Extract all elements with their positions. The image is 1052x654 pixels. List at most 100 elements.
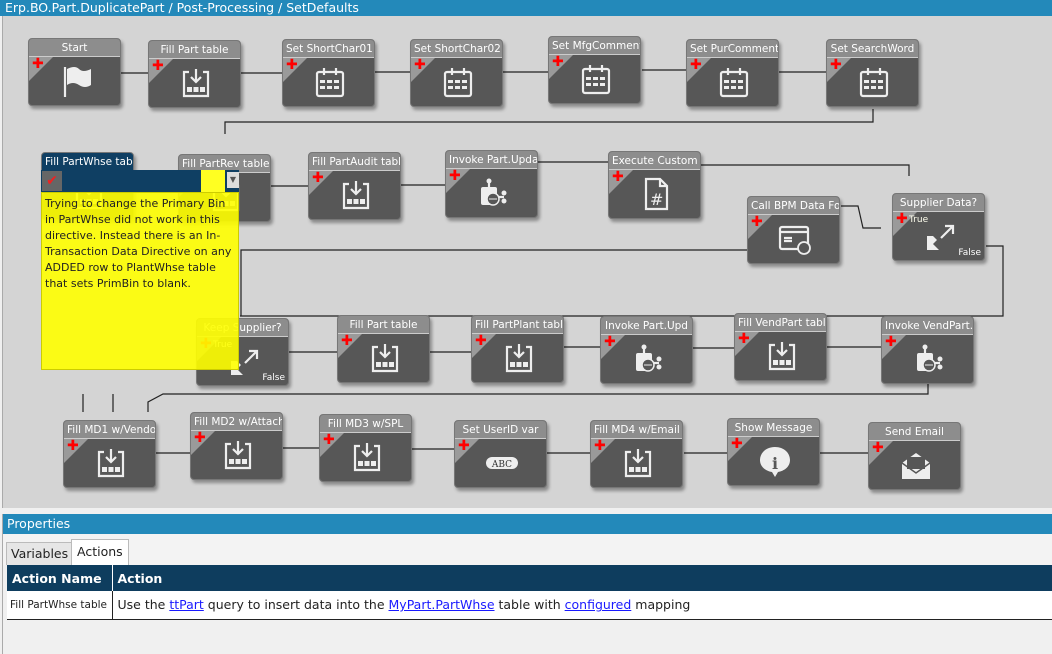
add-icon[interactable]: ✚ [286,58,298,72]
node-title: Fill PartAudit table [309,153,400,171]
abc-icon: ABC [485,445,519,481]
node-title: Show Message [728,419,819,437]
node-title: Fill MD1 w/Vendor [64,421,155,439]
add-icon[interactable]: ✚ [872,441,884,455]
column-action: Action [112,565,1052,591]
note-text[interactable]: Trying to change the Primary Bin in Part… [41,192,239,370]
invoke-icon [476,175,510,211]
node-title: Set MfgComment [549,37,640,55]
node-title: Fill MD3 w/SPL [320,415,411,433]
node-invoke-update[interactable]: Invoke Part.Update✚ [445,150,538,218]
action-cell: Use the ttPart query to insert data into… [112,591,1052,620]
node-partplant[interactable]: Fill PartPlant table ✚ [471,315,564,383]
add-icon[interactable]: ✚ [751,215,763,229]
node-title: Fill MD4 w/Email [591,421,682,439]
node-title: Set SearchWord [827,40,918,58]
node-md1[interactable]: Fill MD1 w/Vendor ✚ [63,420,156,488]
node-sc02[interactable]: Set ShortChar02 ✚ [410,39,503,107]
node-custom[interactable]: Execute Custom Code✚ # [608,151,701,219]
workflow-canvas[interactable]: Start ✚ Fill Part table ✚ Set ShortChar01 ✚ Se… [2,16,1052,508]
action-name-cell: Fill PartWhse table [7,591,113,620]
node-vendpart[interactable]: Fill VendPart table ✚ [734,313,827,381]
fill-icon [339,177,373,213]
ttpart-link[interactable]: ttPart [169,597,203,612]
properties-panel: Properties Variables Actions Action Name… [2,514,1052,654]
info-icon: i [758,443,792,479]
add-icon[interactable]: ✚ [475,334,487,348]
node-invoke-vend[interactable]: Invoke VendPart.Up✚ [881,316,974,384]
node-title: Fill Part table [338,316,429,334]
tab-variables[interactable]: Variables [6,542,74,565]
node-bpmform[interactable]: Call BPM Data Form✚ [747,196,840,264]
node-title: Set ShortChar01 [283,40,374,58]
fill-icon [221,437,255,473]
add-icon[interactable]: ✚ [885,335,897,349]
node-showmsg[interactable]: Show Message ✚ i [727,418,820,486]
window-title: Erp.BO.Part.DuplicatePart / Post-Process… [0,0,1052,16]
node-search[interactable]: Set SearchWord ✚ [826,39,919,107]
node-partaudit[interactable]: Fill PartAudit table ✚ [308,152,401,220]
false-label: False [262,373,285,383]
node-sc01[interactable]: Set ShortChar01 ✚ [282,39,375,107]
node-fill-part[interactable]: Fill Part table ✚ [148,40,241,108]
note-color-swatch[interactable] [201,170,225,192]
node-fill-part2[interactable]: Fill Part table ✚ [337,315,430,383]
node-pur[interactable]: Set PurComment ✚ [686,39,779,107]
node-title: Invoke Part.Upd [601,317,692,335]
add-icon[interactable]: ✚ [738,332,750,346]
table-link[interactable]: MyPart.PartWhse [389,597,495,612]
add-icon[interactable]: ✚ [341,334,353,348]
add-icon[interactable]: ✚ [67,439,79,453]
calendar-icon [717,64,751,100]
check-icon[interactable]: ✔ [42,171,62,191]
add-icon[interactable]: ✚ [152,59,164,73]
node-title: Send Email [869,423,960,441]
add-icon[interactable]: ✚ [896,212,908,226]
add-icon[interactable]: ✚ [312,171,324,185]
add-icon[interactable]: ✚ [449,169,461,183]
properties-title: Properties [3,514,1052,534]
svg-text:#: # [650,190,663,209]
add-icon[interactable]: ✚ [612,170,624,184]
node-email[interactable]: Send Email ✚ [868,422,961,490]
node-md4[interactable]: Fill MD4 w/Email ✚ [590,420,683,488]
sticky-note[interactable]: ✔ ▼ Trying to change the Primary Bin in … [41,170,239,370]
calendar-icon [857,64,891,100]
add-icon[interactable]: ✚ [594,439,606,453]
add-icon[interactable]: ✚ [552,55,564,69]
add-icon[interactable]: ✚ [194,431,206,445]
node-title: Fill VendPart table [735,314,826,332]
node-title: Set UserID var [455,421,546,439]
node-title: Fill MD2 w/Attachm [191,413,282,431]
note-toolbar: ✔ ▼ [41,170,239,192]
invoke-icon [912,341,946,377]
tab-actions[interactable]: Actions [71,539,129,565]
code-icon: # [639,176,673,212]
node-userid[interactable]: Set UserID var ✚ ABC [454,420,547,488]
table-row[interactable]: Fill PartWhse table Use the ttPart query… [7,591,1052,620]
node-supplier[interactable]: Supplier Data? ✚ True False [892,193,985,261]
mapping-link[interactable]: configured [565,597,632,612]
add-icon[interactable]: ✚ [32,57,44,71]
action-text: table with [494,597,565,613]
node-title: Invoke VendPart.Up [882,317,973,335]
add-icon[interactable]: ✚ [414,58,426,72]
add-icon[interactable]: ✚ [604,335,616,349]
chevron-down-icon[interactable]: ▼ [227,172,239,188]
node-start[interactable]: Start ✚ [28,38,121,106]
node-md3[interactable]: Fill MD3 w/SPL ✚ [319,414,412,482]
fill-icon [621,445,655,481]
node-mfg[interactable]: Set MfgComment ✚ [548,36,641,104]
node-invoke-upd[interactable]: Invoke Part.Upd ✚ [600,316,693,384]
calendar-icon [579,61,613,97]
add-icon[interactable]: ✚ [830,58,842,72]
fill-icon [368,340,402,376]
fill-icon [502,340,536,376]
add-icon[interactable]: ✚ [690,58,702,72]
node-md2[interactable]: Fill MD2 w/Attachm✚ [190,412,283,480]
add-icon[interactable]: ✚ [323,433,335,447]
add-icon[interactable]: ✚ [458,439,470,453]
node-title: Fill PartPlant table [472,316,563,334]
svg-text:ABC: ABC [491,460,512,470]
add-icon[interactable]: ✚ [731,437,743,451]
